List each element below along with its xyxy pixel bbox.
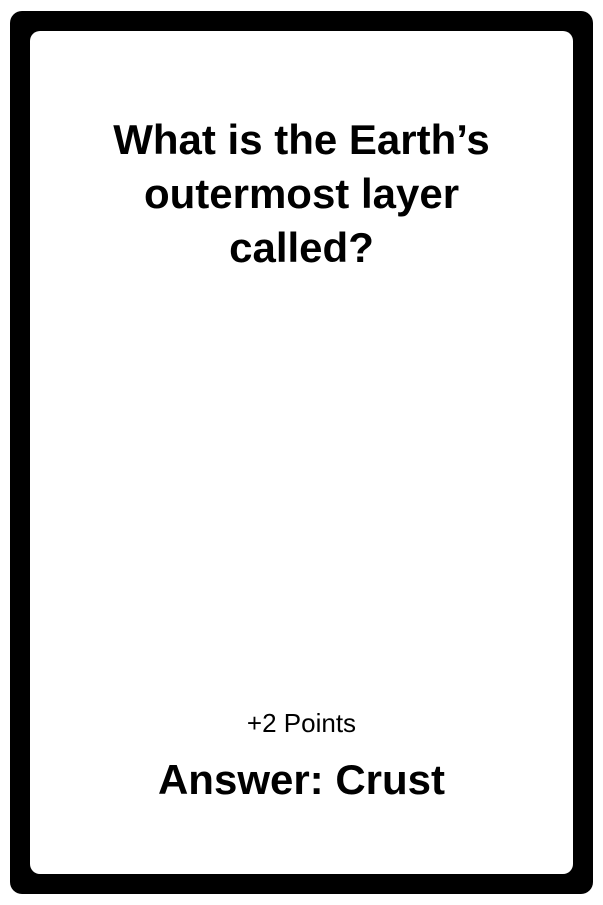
trivia-card: What is the Earth’s outermost layer call… <box>30 31 573 874</box>
answer-text: Answer: Crust <box>157 756 446 803</box>
points-label: +2 Points <box>246 708 357 738</box>
trivia-card-frame: What is the Earth’s outermost layer call… <box>10 11 593 894</box>
question-text: What is the Earth’s outermost layer call… <box>113 116 490 271</box>
